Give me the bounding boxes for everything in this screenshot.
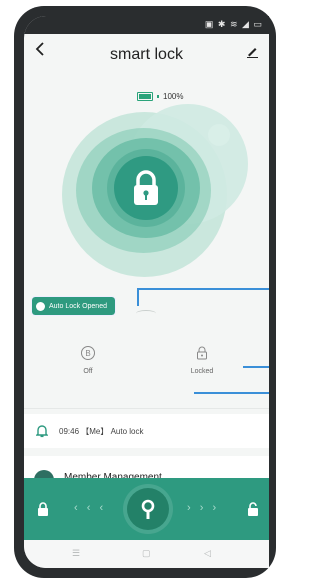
annotation-line	[137, 288, 269, 290]
right-arrows-icon: › › ›	[187, 502, 220, 514]
app-header: smart lock	[24, 34, 269, 78]
battery-indicator: 100%	[137, 92, 183, 101]
battery-percent: 100%	[163, 92, 184, 101]
lock-status-stat[interactable]: Locked	[180, 344, 224, 375]
bluetooth-icon: ✱	[217, 19, 227, 29]
stat-label: Off	[83, 368, 93, 375]
glow-blob-small	[208, 124, 230, 146]
log-text: 09:46 【Me】 Auto lock	[59, 427, 144, 436]
auto-lock-status-label: Auto Lock Opened	[49, 302, 107, 310]
padlock-icon	[134, 170, 158, 205]
stat-label: Locked	[190, 368, 214, 375]
battery-icon: ▭	[253, 19, 263, 29]
edit-button[interactable]	[245, 44, 259, 63]
bell-icon	[36, 425, 48, 438]
system-nav-bar: ☰ ▢ ◁	[24, 540, 269, 568]
auto-lock-icon	[36, 301, 45, 311]
clock-b-icon: B	[81, 346, 95, 360]
battery-tip	[157, 95, 159, 98]
app-screen: ▣ ✱ ≋ ◢ ▭ smart lock 100% Auto Lock Open…	[24, 16, 269, 568]
page-title: smart lock	[110, 46, 183, 63]
pencil-icon	[247, 48, 258, 58]
left-arrows-icon: ‹ ‹ ‹	[74, 502, 107, 514]
signal-icon: ◢	[242, 19, 250, 29]
lock-closed-icon	[38, 502, 48, 516]
battery-fill	[139, 94, 151, 99]
key-icon	[141, 499, 155, 519]
lock-open-icon	[248, 502, 258, 516]
battery-level-icon	[137, 92, 153, 101]
auto-lock-status-badge: Auto Lock Opened	[31, 296, 116, 316]
home-icon[interactable]: ▢	[142, 548, 151, 559]
annotation-line	[243, 366, 269, 368]
wifi-icon: ≋	[229, 19, 239, 29]
menu-icon[interactable]: ☰	[72, 548, 80, 559]
slider-knob[interactable]	[127, 488, 169, 530]
lock-status-icon	[197, 346, 207, 360]
status-bar: ▣ ✱ ≋ ◢ ▭	[24, 16, 269, 34]
svg-text:B: B	[85, 349, 90, 358]
lock-toggle-button[interactable]	[114, 156, 178, 220]
divider	[24, 408, 269, 409]
annotation-line	[194, 392, 269, 394]
unlock-slider[interactable]: ‹ ‹ ‹ › › ›	[24, 478, 269, 540]
center-notch	[136, 310, 156, 317]
latest-log-row[interactable]: 09:46 【Me】 Auto lock	[24, 414, 269, 448]
annotation-line	[137, 288, 139, 306]
nfc-icon: ▣	[204, 19, 215, 29]
auto-lock-timer-stat[interactable]: B Off	[68, 344, 108, 375]
status-icons: ▣ ✱ ≋ ◢ ▭	[205, 19, 263, 30]
back-nav-icon[interactable]: ◁	[204, 548, 211, 559]
